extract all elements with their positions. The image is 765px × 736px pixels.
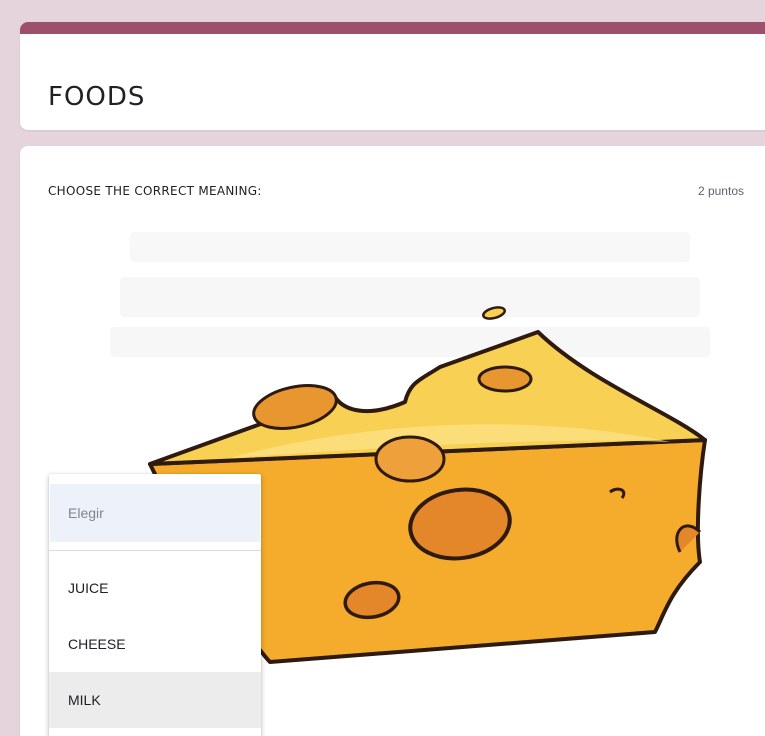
question-text: CHOOSE THE CORRECT MEANING: (48, 184, 262, 198)
dropdown-option-juice[interactable]: JUICE (49, 560, 261, 616)
answer-dropdown-menu[interactable]: Elegir JUICE CHEESE MILK (49, 474, 261, 736)
dropdown-divider (49, 550, 261, 551)
form-accent-bar (20, 22, 765, 34)
form-title: FOODS (48, 82, 146, 112)
form-title-card: FOODS (20, 22, 765, 130)
dropdown-option-milk[interactable]: MILK (49, 672, 261, 728)
dropdown-option-cheese[interactable]: CHEESE (49, 616, 261, 672)
dropdown-placeholder-option[interactable]: Elegir (50, 484, 260, 542)
form-page: FOODS CHOOSE THE CORRECT MEANING: 2 punt… (0, 0, 765, 736)
question-points: 2 puntos (697, 184, 744, 198)
